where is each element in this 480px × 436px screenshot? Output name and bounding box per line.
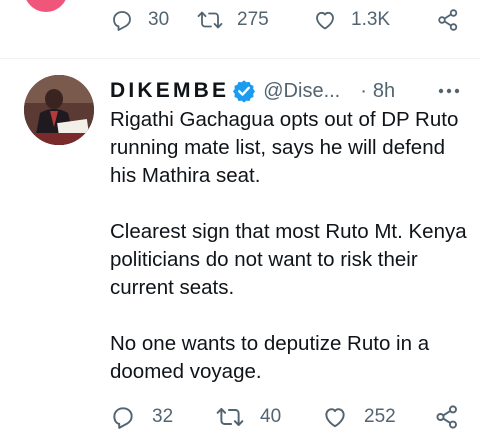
- retweet-button[interactable]: 40: [216, 404, 322, 430]
- more-icon: [438, 88, 460, 94]
- verified-icon: [233, 80, 256, 103]
- retweet-button[interactable]: 275: [197, 8, 313, 32]
- separator-dot: ·: [360, 79, 367, 102]
- verified-badge: [231, 78, 257, 104]
- handle[interactable]: @Dise...: [263, 80, 340, 103]
- reply-icon: [113, 407, 133, 429]
- share-button[interactable]: [436, 8, 460, 32]
- share-icon: [436, 405, 457, 429]
- previous-tweet-avatar[interactable]: [24, 0, 68, 12]
- heart-icon: [325, 408, 345, 428]
- reply-button[interactable]: 30: [110, 8, 197, 32]
- share-icon: [438, 9, 458, 31]
- tweet[interactable]: DIKEMBE @Dise... · 8h Rigathi Gachagua o…: [0, 59, 480, 436]
- tweet-paragraph: No one wants to deputize Ruto in a doome…: [110, 332, 430, 383]
- retweet-icon: [197, 11, 223, 29]
- retweet-icon: [216, 407, 244, 427]
- heart-icon: [316, 11, 334, 30]
- tweet-paragraph: Clearest sign that most Ruto Mt. Kenya p…: [110, 220, 467, 299]
- reply-icon: [113, 11, 131, 31]
- retweet-count: 275: [237, 9, 269, 30]
- like-count: 252: [364, 406, 396, 427]
- avatar-photo: [24, 75, 94, 145]
- timestamp[interactable]: 8h: [373, 80, 395, 103]
- like-button[interactable]: 252: [322, 404, 428, 430]
- tweet-action-bar: 32 40 252: [110, 404, 460, 430]
- tweet-paragraph: Rigathi Gachagua opts out of DP Ruto run…: [110, 108, 459, 187]
- previous-tweet-action-bar: 30 275 1.3K: [110, 8, 460, 32]
- like-button[interactable]: 1.3K: [313, 8, 400, 32]
- tweet-header: DIKEMBE @Dise... · 8h: [110, 77, 460, 105]
- reply-button[interactable]: 32: [110, 404, 216, 430]
- more-options-button[interactable]: [438, 88, 460, 94]
- tweet-text: Rigathi Gachagua opts out of DP Ruto run…: [110, 106, 470, 386]
- retweet-count: 40: [260, 406, 282, 427]
- previous-tweet[interactable]: 30 275 1.3K: [0, 0, 480, 59]
- display-name[interactable]: DIKEMBE: [110, 79, 229, 103]
- share-button[interactable]: [434, 404, 460, 430]
- avatar[interactable]: [24, 75, 94, 145]
- reply-count: 32: [152, 406, 174, 427]
- like-count: 1.3K: [351, 9, 391, 30]
- reply-count: 30: [148, 9, 170, 30]
